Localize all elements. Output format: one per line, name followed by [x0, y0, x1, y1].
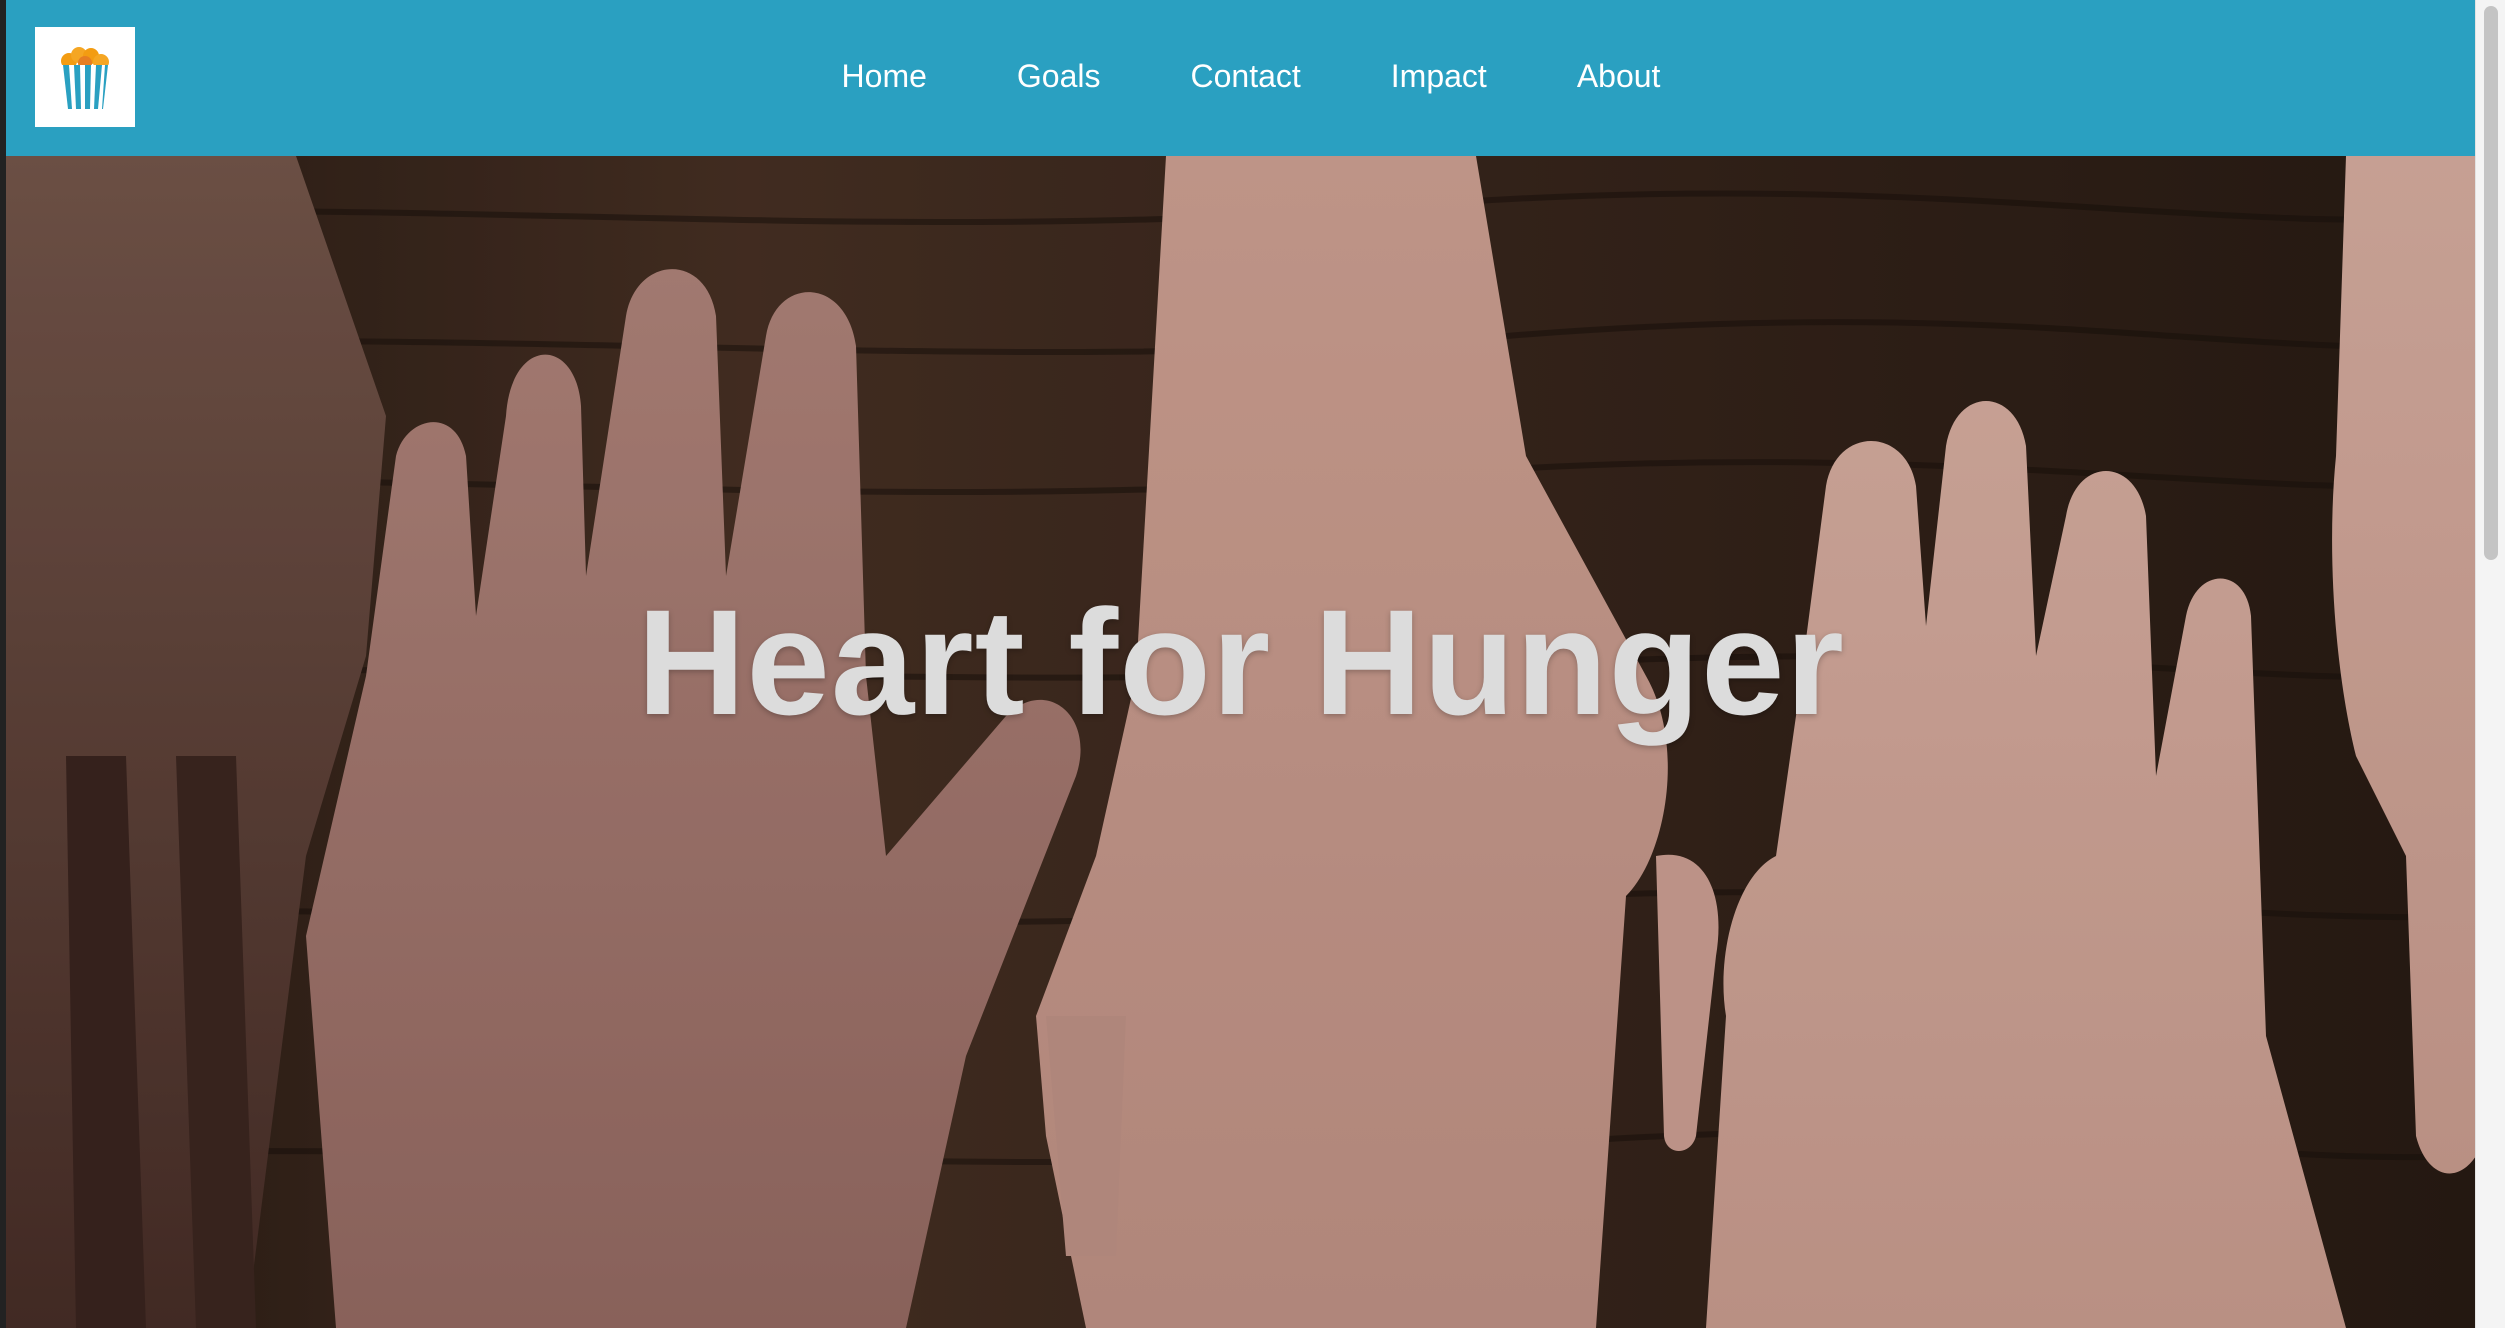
- nav-link-home[interactable]: Home: [842, 58, 927, 95]
- nav-links: Home Goals Contact Impact About: [6, 0, 2476, 152]
- page: Home Goals Contact Impact About Heart fo…: [0, 0, 2505, 1328]
- hero-title: Heart for Hunger: [637, 578, 1845, 746]
- scrollbar-thumb[interactable]: [2484, 6, 2498, 560]
- nav-link-about[interactable]: About: [1577, 58, 1661, 95]
- top-navbar: Home Goals Contact Impact About: [6, 0, 2476, 156]
- nav-link-impact[interactable]: Impact: [1391, 58, 1487, 95]
- nav-link-contact[interactable]: Contact: [1191, 58, 1301, 95]
- vertical-scrollbar[interactable]: [2475, 0, 2505, 1328]
- hero-section: Heart for Hunger: [6, 156, 2476, 1328]
- nav-link-goals[interactable]: Goals: [1017, 58, 1101, 95]
